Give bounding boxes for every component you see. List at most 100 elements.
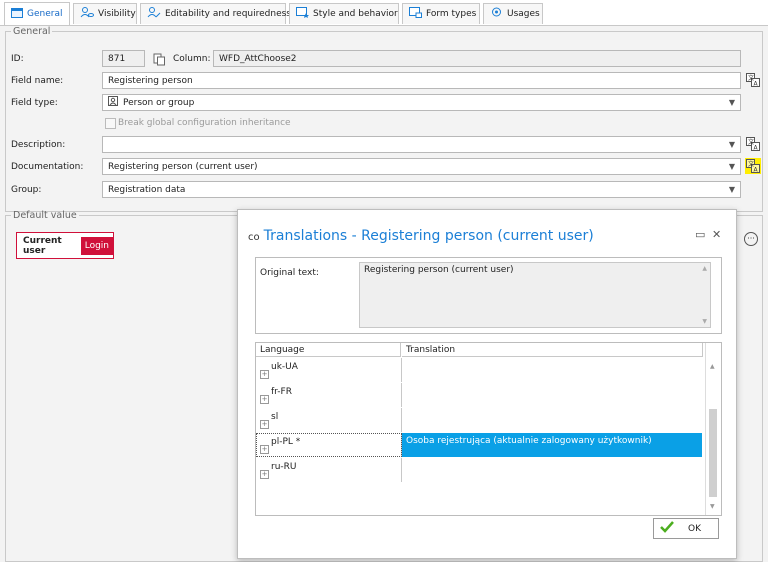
original-text-area: Registering person (current user) ▲ ▼	[359, 262, 711, 328]
dialog-title: co Translations - Registering person (cur…	[248, 228, 594, 244]
row-translation-cell[interactable]	[402, 408, 702, 432]
description-label: Description:	[11, 140, 66, 150]
grid-header-translation[interactable]: Translation	[402, 343, 703, 357]
id-value: 871	[108, 53, 126, 64]
scroll-thumb[interactable]	[709, 409, 717, 497]
row-language: fr-FR	[271, 387, 292, 397]
table-row[interactable]: + fr-FR	[256, 383, 703, 407]
row-language: ru-RU	[271, 462, 297, 472]
translate-documentation-icon[interactable]: 文A	[745, 158, 761, 174]
row-translation: Osoba rejestrująca (aktualnie zalogowany…	[406, 436, 652, 446]
ok-label: OK	[688, 523, 701, 534]
chevron-down-icon: ▼	[728, 185, 735, 194]
tab-label: Form types	[426, 9, 477, 19]
field-type-value: Person or group	[123, 97, 195, 108]
checkmark-icon	[660, 521, 674, 536]
original-text-panel: Original text: Registering person (curre…	[255, 257, 722, 334]
documentation-select[interactable]: Registering person (current user) ▼	[102, 158, 741, 175]
documentation-value: Registering person (current user)	[108, 161, 258, 172]
documentation-label: Documentation:	[11, 162, 84, 172]
column-label: Column:	[173, 54, 211, 64]
translations-dialog: co Translations - Registering person (cur…	[237, 209, 737, 559]
expand-icon[interactable]: +	[260, 420, 269, 429]
description-select[interactable]: ▼	[102, 136, 741, 153]
tab-form-types[interactable]: Form types	[402, 3, 480, 24]
break-inheritance-label: Break global configuration inheritance	[118, 118, 291, 128]
tab-label: Editability and requiredness	[165, 9, 291, 19]
close-icon[interactable]: ✕	[712, 228, 721, 241]
tab-style-behavior[interactable]: Style and behavior	[289, 3, 399, 24]
chevron-down-icon: ▼	[728, 162, 735, 171]
field-name-input[interactable]: Registering person	[102, 72, 741, 89]
group-label: Group:	[11, 185, 42, 195]
form-types-icon	[409, 7, 422, 21]
translate-field-name-icon[interactable]: 文A	[745, 72, 761, 88]
translate-description-icon[interactable]: 文A	[745, 136, 761, 152]
table-row-selected[interactable]: + pl-PL * Osoba rejestrująca (aktualnie z…	[256, 433, 703, 457]
form-star-icon	[296, 7, 309, 21]
original-text-value: Registering person (current user)	[364, 265, 514, 275]
original-text-label: Original text:	[260, 268, 319, 278]
general-legend: General	[13, 26, 51, 37]
expand-icon[interactable]: +	[260, 470, 269, 479]
id-label: ID:	[11, 54, 24, 64]
tab-usages[interactable]: Usages	[483, 3, 543, 24]
more-options-icon[interactable]: ···	[744, 232, 758, 246]
tab-bar: General Visibility Editability and requi…	[0, 0, 768, 26]
login-badge: Login	[80, 236, 113, 255]
window-icon	[11, 7, 23, 21]
tab-editability[interactable]: Editability and requiredness	[140, 3, 291, 24]
scroll-down-icon[interactable]: ▼	[710, 503, 715, 510]
copy-id-icon[interactable]	[151, 51, 167, 67]
current-user-token[interactable]: Current user Login	[16, 232, 114, 259]
field-name-value: Registering person	[108, 75, 193, 86]
row-language: sl	[271, 412, 279, 422]
field-name-label: Field name:	[11, 76, 64, 86]
grid-header-translation-label: Translation	[406, 344, 456, 355]
chevron-down-icon: ▼	[728, 98, 735, 107]
person-icon	[108, 96, 118, 109]
table-row[interactable]: + uk-UA	[256, 358, 703, 382]
expand-icon[interactable]: +	[260, 370, 269, 379]
column-field: WFD_AttChoose2	[213, 50, 741, 67]
translations-grid: Language Translation + uk-UA + fr-FR + sl +…	[255, 342, 722, 516]
table-row[interactable]: + ru-RU	[256, 458, 703, 482]
maximize-icon[interactable]: ▭	[695, 228, 705, 241]
column-value: WFD_AttChoose2	[219, 53, 297, 64]
row-language: uk-UA	[271, 362, 298, 372]
tab-label: Style and behavior	[313, 9, 398, 19]
row-translation-cell[interactable]: Osoba rejestrująca (aktualnie zalogowany…	[402, 433, 702, 457]
scroll-down-icon: ▼	[702, 318, 707, 325]
field-type-label: Field type:	[11, 98, 58, 108]
row-translation-cell[interactable]	[402, 383, 702, 407]
group-select[interactable]: Registration data ▼	[102, 181, 741, 198]
break-inheritance-checkbox[interactable]	[105, 118, 116, 129]
table-row[interactable]: + sl	[256, 408, 703, 432]
user-eye-icon	[80, 7, 94, 21]
id-field: 871	[102, 50, 145, 67]
tab-label: Usages	[507, 9, 540, 19]
row-translation-cell[interactable]	[402, 458, 702, 482]
row-translation-cell[interactable]	[402, 358, 702, 382]
dialog-title-prefix: co	[248, 232, 260, 243]
ok-button[interactable]: OK	[653, 518, 719, 539]
grid-scrollbar[interactable]: ▲ ▼	[705, 343, 721, 515]
dialog-title-text: Translations - Registering person (curre…	[263, 228, 594, 244]
tab-general[interactable]: General	[4, 2, 70, 25]
expand-icon[interactable]: +	[260, 445, 269, 454]
field-type-select[interactable]: Person or group ▼	[102, 94, 741, 111]
grid-header-language-label: Language	[260, 344, 305, 355]
scroll-up-icon[interactable]: ▲	[710, 363, 715, 370]
row-language: pl-PL *	[271, 437, 301, 447]
usages-icon	[490, 7, 503, 21]
chevron-down-icon: ▼	[728, 140, 735, 149]
tab-visibility[interactable]: Visibility	[73, 3, 137, 24]
group-value: Registration data	[108, 184, 186, 195]
expand-icon[interactable]: +	[260, 395, 269, 404]
user-edit-icon	[147, 7, 161, 21]
tab-label: Visibility	[98, 9, 136, 19]
default-value-legend: Default value	[13, 210, 77, 221]
tab-label: General	[27, 9, 63, 19]
grid-header-language[interactable]: Language	[256, 343, 401, 357]
current-user-label: Current user	[23, 235, 62, 256]
